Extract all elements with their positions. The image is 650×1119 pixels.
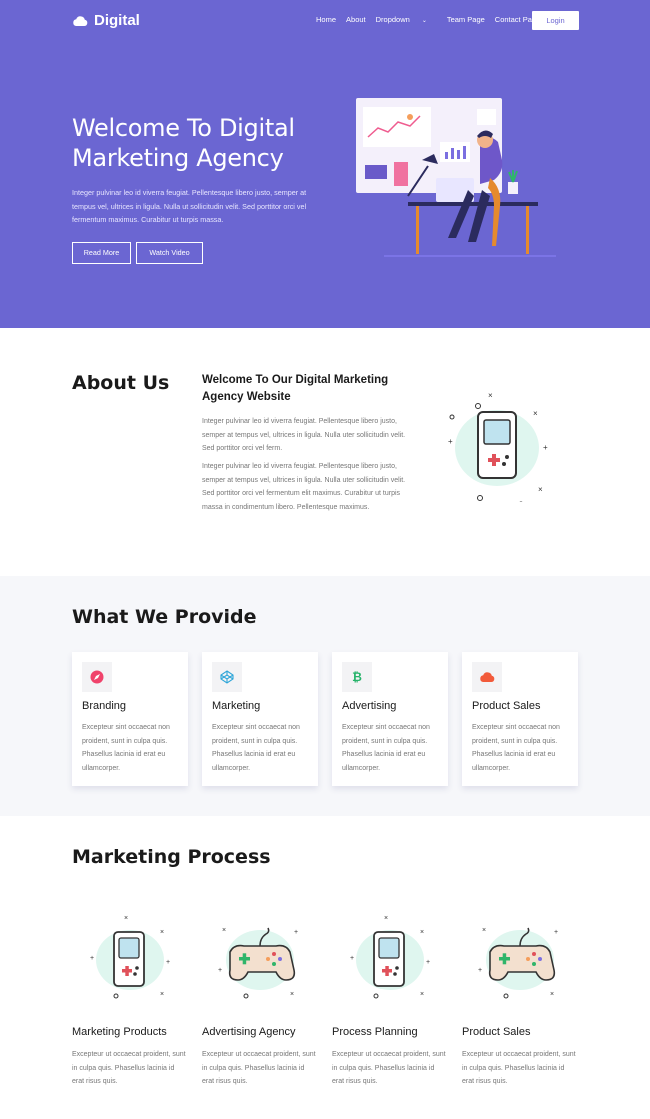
service-card-marketing[interactable]: Marketing Excepteur sint occaecat non pr… xyxy=(202,652,318,786)
svg-text:+: + xyxy=(554,929,558,936)
svg-text:×: × xyxy=(550,991,554,998)
process-title: Advertising Agency xyxy=(202,1026,296,1038)
about-paragraph-2: Integer pulvinar leo id viverra feugiat.… xyxy=(202,463,406,511)
svg-text:×: × xyxy=(533,409,538,418)
card-text: Excepteur sint occaecat non proident, su… xyxy=(82,724,170,772)
hero-text: Integer pulvinar leo id viverra feugiat.… xyxy=(72,188,307,224)
svg-text:+: + xyxy=(90,955,94,962)
card-title: Marketing xyxy=(212,700,261,712)
card-text: Excepteur sint occaecat non proident, su… xyxy=(212,724,300,772)
svg-text:×: × xyxy=(222,927,226,934)
svg-text:×: × xyxy=(384,915,388,922)
chevron-down-icon: ⌄ xyxy=(421,18,427,24)
service-card-branding[interactable]: Branding Excepteur sint occaecat non pro… xyxy=(72,652,188,786)
about-subheading: Welcome To Our Digital Marketing Agency … xyxy=(202,374,389,403)
provide-heading: What We Provide xyxy=(72,606,257,628)
cloud-icon xyxy=(472,662,502,692)
card-title: Branding xyxy=(82,700,127,712)
read-more-button[interactable]: Read More xyxy=(72,242,131,264)
process-text: Excepteur ut occaecat proident, sunt in … xyxy=(462,1051,576,1086)
svg-text:+: + xyxy=(543,443,548,452)
process-text: Excepteur ut occaecat proident, sunt in … xyxy=(72,1051,186,1086)
svg-text:+: + xyxy=(218,967,222,974)
card-text: Excepteur sint occaecat non proident, su… xyxy=(472,724,560,772)
card-text: Excepteur sint occaecat non proident, su… xyxy=(342,724,430,772)
gamepad-icon: × + + × xyxy=(478,927,558,999)
svg-text:×: × xyxy=(420,991,424,998)
svg-text:×: × xyxy=(290,991,294,998)
svg-text:+: + xyxy=(166,959,170,966)
hero-title: Welcome To Digital Marketing Agency xyxy=(72,114,295,172)
process-text: Excepteur ut occaecat proident, sunt in … xyxy=(332,1051,446,1086)
cloud-icon xyxy=(73,15,88,26)
hero-illustration xyxy=(356,98,556,257)
nav-dropdown-label: Dropdown xyxy=(375,15,410,24)
compass-icon xyxy=(82,662,112,692)
gameboy-icon: × × + + × xyxy=(90,915,170,999)
nav-about[interactable]: About xyxy=(346,15,366,24)
about-heading: About Us xyxy=(72,372,170,394)
svg-text:×: × xyxy=(160,929,164,936)
svg-text:+: + xyxy=(448,437,453,446)
gameboy-icon: × × + + × xyxy=(350,915,430,999)
nav-dropdown[interactable]: Dropdown ⌄ xyxy=(376,15,437,24)
service-card-advertising[interactable]: ₿ Advertising Excepteur sint occaecat no… xyxy=(332,652,448,786)
service-card-product-sales[interactable]: Product Sales Excepteur sint occaecat no… xyxy=(462,652,578,786)
svg-text:+: + xyxy=(294,929,298,936)
brand-logo[interactable]: Digital xyxy=(72,12,140,29)
nav-team-page[interactable]: Team Page xyxy=(447,15,485,24)
process-title: Marketing Products xyxy=(72,1026,167,1038)
svg-text:×: × xyxy=(482,927,486,934)
process-text: Excepteur ut occaecat proident, sunt in … xyxy=(202,1051,316,1086)
about-paragraph-1: Integer pulvinar leo id viverra feugiat.… xyxy=(202,418,406,453)
process-title: Product Sales xyxy=(462,1026,531,1038)
codepen-icon xyxy=(212,662,242,692)
svg-text:×: × xyxy=(488,392,493,400)
svg-text:×: × xyxy=(124,915,128,922)
watch-video-button[interactable]: Watch Video xyxy=(136,242,203,264)
process-title: Process Planning xyxy=(332,1026,418,1038)
login-button[interactable]: Login xyxy=(532,11,579,30)
svg-text:+: + xyxy=(426,959,430,966)
svg-text:×: × xyxy=(538,485,543,494)
svg-text:×: × xyxy=(420,929,424,936)
brand-name: Digital xyxy=(94,12,140,29)
svg-text:×: × xyxy=(160,991,164,998)
svg-text:+: + xyxy=(350,955,354,962)
process-heading: Marketing Process xyxy=(72,846,271,868)
card-title: Advertising xyxy=(342,700,397,712)
card-title: Product Sales xyxy=(472,700,541,712)
bitcoin-icon: ₿ xyxy=(342,662,372,692)
gamepad-icon: × + + × xyxy=(218,927,298,999)
main-nav: Home About Dropdown ⌄ Team Page Contact P… xyxy=(316,15,550,24)
gameboy-icon: × × + + × xyxy=(448,392,548,502)
nav-home[interactable]: Home xyxy=(316,15,336,24)
svg-text:+: + xyxy=(478,967,482,974)
